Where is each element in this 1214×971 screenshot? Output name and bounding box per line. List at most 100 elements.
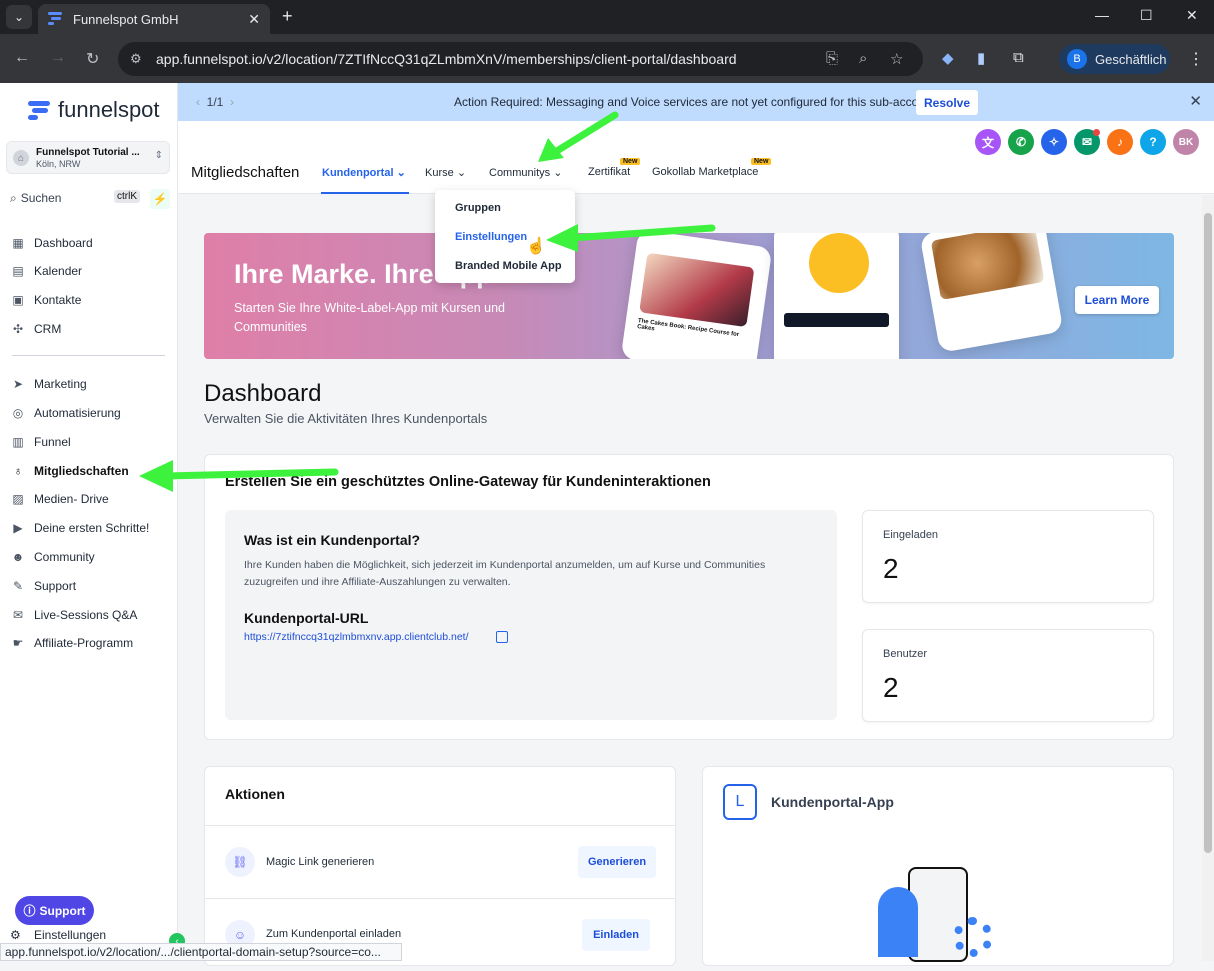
action-label: Zum Kundenportal einladen — [266, 928, 402, 940]
alert-message: Action Required: Messaging and Voice ser… — [454, 95, 939, 109]
tab-communitys[interactable]: Communitys ⌄ — [489, 166, 562, 179]
address-bar[interactable]: ⚙ app.funnelspot.io/v2/location/7ZTIfNcc… — [118, 42, 923, 76]
sidebar-item-einstellungen[interactable]: ⚙ Einstellungen — [10, 928, 106, 942]
megaphone-icon[interactable]: ✉ — [1074, 129, 1100, 155]
bell-icon[interactable]: ♪ — [1107, 129, 1133, 155]
new-tab-icon[interactable]: + — [282, 6, 293, 27]
tab-kundenportal[interactable]: Kundenportal ⌄ — [322, 166, 406, 179]
chevron-down-icon: ⌄ — [396, 167, 406, 179]
sidebar: funnelspot ⌂ Funnelspot Tutorial ... Köl… — [0, 83, 185, 961]
app-icon: L — [723, 784, 757, 820]
bookmark-star-icon[interactable]: ☆ — [890, 50, 903, 68]
clipboard-extension-icon[interactable]: ▮ — [977, 49, 985, 67]
page-scrollbar[interactable] — [1202, 195, 1214, 961]
location-switcher[interactable]: ⌂ Funnelspot Tutorial ... Köln, NRW ⇕ — [6, 141, 170, 174]
copy-icon[interactable] — [496, 631, 508, 643]
stat-eingeladen: Eingeladen 2 — [862, 510, 1154, 603]
sidebar-item-crm[interactable]: ✣ CRM — [10, 318, 61, 340]
sidebar-item-affiliate[interactable]: ☛ Affiliate-Programm — [10, 632, 134, 654]
scrollbar-thumb[interactable] — [1204, 213, 1212, 853]
sidebar-item-label: Kalender — [34, 264, 83, 278]
sidebar-item-label: Dashboard — [34, 236, 93, 250]
sidebar-item-medien-drive[interactable]: ▨ Medien- Drive — [10, 488, 108, 510]
browser-tabbar: ⌄ Funnelspot GmbH ✕ + — ☐ ✕ — [0, 0, 1214, 34]
sidebar-item-marketing[interactable]: ➤ Marketing — [10, 373, 87, 395]
sidebar-item-community[interactable]: ☻ Community — [10, 546, 95, 568]
tab-search-button[interactable]: ⌄ — [6, 5, 32, 29]
tab-zertifikat[interactable]: Zertifikat — [588, 166, 630, 178]
location-icon: ⌂ — [13, 150, 29, 166]
gear-icon: ⚙ — [10, 928, 21, 942]
phone-icon[interactable]: ✆ — [1008, 129, 1034, 155]
sidebar-item-label: Mitgliedschaften — [34, 464, 129, 478]
forward-icon[interactable]: → — [50, 49, 66, 67]
zoom-icon[interactable]: ⌕ — [859, 50, 867, 67]
support-chat-button[interactable]: ⓘ Support — [15, 896, 94, 925]
user-avatar[interactable]: BK — [1173, 129, 1199, 155]
translate-icon[interactable]: 文 — [975, 129, 1001, 155]
sidebar-item-live-sessions[interactable]: ✉ Live-Sessions Q&A — [10, 604, 137, 626]
extension-icon[interactable]: ◆ — [942, 49, 954, 67]
menu-item-branded-mobile-app[interactable]: Branded Mobile App — [455, 260, 562, 272]
prev-icon[interactable]: ‹ — [196, 95, 200, 109]
header-actions: 文 ✆ ✧ ✉ ♪ ? BK — [975, 129, 1206, 155]
search-shortcut: ctrlK — [114, 190, 140, 203]
menu-item-einstellungen[interactable]: Einstellungen — [455, 231, 527, 243]
stat-label: Eingeladen — [883, 529, 939, 541]
crm-icon: ✣ — [12, 322, 24, 336]
profile-button[interactable]: B Geschäftlich — [1059, 44, 1170, 74]
what-text: Ihre Kunden haben die Möglichkeit, sich … — [244, 559, 766, 588]
sidebar-item-kontakte[interactable]: ▣ Kontakte — [10, 289, 81, 311]
extensions-puzzle-icon[interactable]: ⧉ — [1013, 49, 1024, 66]
what-heading: Was ist ein Kundenportal? — [244, 532, 421, 548]
alert-page-count: 1/1 — [206, 95, 224, 109]
maximize-icon[interactable]: ☐ — [1140, 7, 1153, 24]
link-status-bar: app.funnelspot.io/v2/location/.../client… — [0, 943, 402, 961]
help-icon[interactable]: ? — [1140, 129, 1166, 155]
search-button[interactable]: ⌕ Suchen ctrlK — [6, 187, 144, 209]
arrow-to-communitys-icon — [538, 111, 619, 162]
sidebar-item-kalender[interactable]: ▤ Kalender — [10, 260, 82, 282]
resolve-button[interactable]: Resolve — [916, 90, 978, 115]
sidebar-item-label: Kontakte — [34, 293, 82, 307]
dashboard-subtitle: Verwalten Sie die Aktivitäten Ihres Kund… — [204, 411, 488, 426]
phone-mockup-bagels — [919, 233, 1064, 353]
help-circle-icon: ⓘ — [23, 904, 36, 918]
menu-item-gruppen[interactable]: Gruppen — [455, 202, 501, 214]
close-alert-icon[interactable]: ✕ — [1189, 92, 1202, 110]
funnelspot-logo-icon — [28, 99, 50, 121]
chevron-down-icon: ⌄ — [456, 167, 467, 179]
magic-icon[interactable]: ✧ — [1041, 129, 1067, 155]
browser-menu-icon[interactable]: ⋮ — [1188, 49, 1204, 69]
back-icon[interactable]: ← — [14, 49, 30, 67]
tab-close-icon[interactable]: ✕ — [248, 11, 260, 28]
site-info-icon[interactable]: ⚙ — [130, 51, 146, 67]
tab-label: Communitys — [489, 167, 551, 179]
portal-url-link[interactable]: https://7ztifnccq31qzlmbmxnv.app.clientc… — [244, 631, 469, 643]
tab-kurse[interactable]: Kurse ⌄ — [425, 166, 466, 179]
close-window-icon[interactable]: ✕ — [1186, 7, 1198, 24]
sidebar-item-erste-schritte[interactable]: ▶ Deine ersten Schritte! — [10, 517, 149, 539]
sidebar-item-funnel[interactable]: ▥ Funnel — [10, 431, 70, 453]
actions-card: Aktionen ⛓ Magic Link generieren Generie… — [204, 766, 676, 966]
stat-benutzer: Benutzer 2 — [862, 629, 1154, 722]
reload-icon[interactable]: ↻ — [86, 49, 99, 69]
minimize-icon[interactable]: — — [1095, 7, 1109, 23]
einladen-button[interactable]: Einladen — [582, 919, 650, 951]
chevron-updown-icon: ⇕ — [154, 150, 163, 161]
sidebar-item-support[interactable]: ✎ Support — [10, 575, 76, 597]
next-icon[interactable]: › — [230, 95, 234, 109]
translate-icon[interactable]: ⎘ — [826, 50, 838, 67]
send-icon: ➤ — [12, 377, 24, 391]
sidebar-item-mitgliedschaften[interactable]: ♁ Mitgliedschaften — [10, 460, 129, 482]
brand-logo[interactable]: funnelspot — [28, 97, 160, 123]
browser-tab[interactable]: Funnelspot GmbH ✕ — [38, 4, 270, 34]
learn-more-button[interactable]: Learn More — [1075, 286, 1159, 314]
quick-action-bolt-icon[interactable]: ⚡ — [150, 189, 170, 209]
tab-gokollab-marketplace[interactable]: Gokollab Marketplace — [652, 166, 758, 178]
sidebar-item-dashboard[interactable]: ▦ Dashboard — [10, 232, 93, 254]
funnel-icon: ▥ — [12, 435, 24, 449]
generieren-button[interactable]: Generieren — [578, 846, 656, 878]
stat-value: 2 — [883, 672, 899, 703]
sidebar-item-automatisierung[interactable]: ◎ Automatisierung — [10, 402, 121, 424]
